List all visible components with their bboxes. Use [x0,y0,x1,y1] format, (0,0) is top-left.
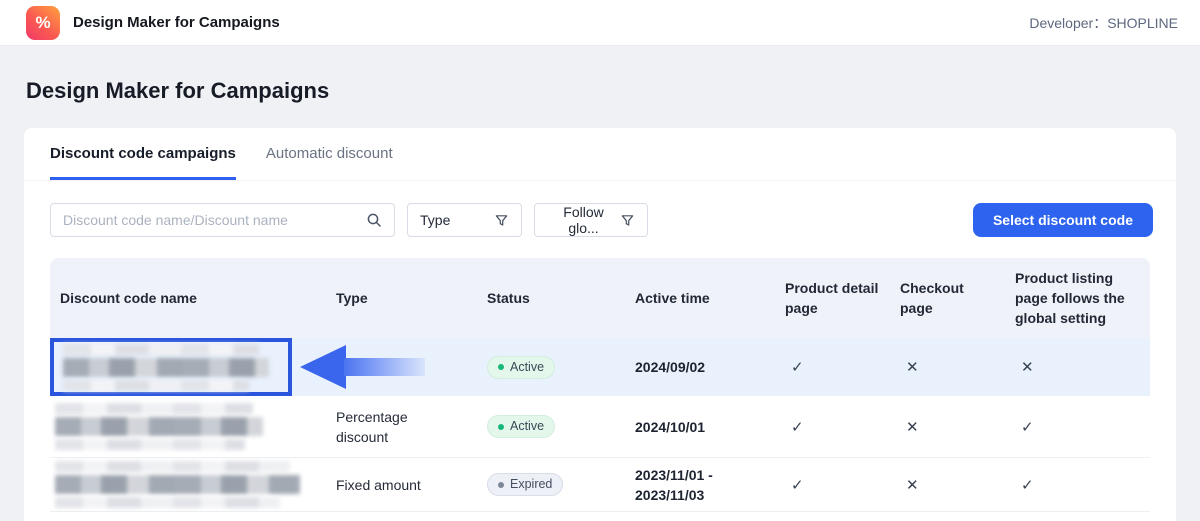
search-input[interactable] [63,212,366,228]
redacted-discount-name [63,380,249,391]
redacted-discount-name [55,475,300,494]
column-header-checkout-page: Checkout page [900,278,1015,318]
filter-funnel-icon [494,213,509,228]
redacted-discount-name [55,439,245,450]
page-title: Design Maker for Campaigns [26,78,1174,104]
column-header-product-detail-page: Product detail page [785,278,900,318]
type-cell: Percentage discount [336,407,487,447]
campaigns-card: Discount code campaigns Automatic discou… [24,128,1176,521]
top-app-bar: % Design Maker for Campaigns Developer：S… [0,0,1200,46]
active-time-cell: 2024/10/01 [635,417,785,437]
type-filter-label: Type [420,212,450,228]
tab-discount-code-campaigns[interactable]: Discount code campaigns [50,128,236,180]
select-discount-code-button[interactable]: Select discount code [973,203,1153,237]
tab-bar: Discount code campaigns Automatic discou… [24,128,1176,181]
search-box[interactable] [50,203,395,237]
status-dot-icon [498,364,504,370]
table-header-row: Discount code name Type Status Active ti… [50,258,1150,338]
filter-funnel-icon [620,213,635,228]
status-cell: Active [487,355,635,379]
column-header-type: Type [336,288,487,308]
check-icon: ✓ [785,418,900,436]
type-filter-dropdown[interactable]: Type [407,203,522,237]
check-icon: ✓ [1015,476,1150,494]
app-title: Design Maker for Campaigns [73,14,280,31]
table-row[interactable]: Percentage discount Active 2024/10/01 ✓ … [50,396,1150,458]
status-label: Expired [510,477,552,492]
filter-toolbar: Type Follow glo... Select discount code [24,181,1176,237]
follow-global-filter-dropdown[interactable]: Follow glo... [534,203,648,237]
redacted-discount-name [55,417,263,436]
column-header-status: Status [487,288,635,308]
cross-icon: ✕ [900,358,1015,376]
check-icon: ✓ [785,358,900,376]
status-label: Active [510,419,544,434]
column-header-product-listing-follows: Product listing page follows the global … [1015,268,1150,328]
check-icon: ✓ [785,476,900,494]
active-time-cell: 2023/11/01 - 2023/11/03 [635,465,785,505]
discount-code-name-cell [50,461,336,508]
status-badge: Active [487,356,555,379]
status-cell: Active [487,415,635,439]
table-row[interactable]: Fixed amount Expired 2023/11/01 - 2023/1… [50,458,1150,512]
status-cell: Expired [487,473,635,497]
active-time-cell: 2024/09/02 [635,357,785,377]
status-label: Active [510,360,544,375]
follow-global-filter-label: Follow glo... [547,204,620,236]
check-icon: ✓ [1015,418,1150,436]
cross-icon: ✕ [1015,358,1150,376]
status-dot-icon [498,424,504,430]
cross-icon: ✕ [900,418,1015,436]
cross-icon: ✕ [900,476,1015,494]
table-row[interactable]: Active 2024/09/02 ✓ ✕ ✕ [50,338,1150,396]
annotation-highlight-box [50,338,292,396]
redacted-discount-name [63,358,269,377]
type-cell: Fixed amount [336,475,487,495]
page-container: Design Maker for Campaigns Discount code… [0,78,1200,521]
redacted-discount-name [63,344,259,355]
status-dot-icon [498,482,504,488]
search-icon [366,212,382,228]
app-logo-percent-icon: % [26,6,60,40]
column-header-active-time: Active time [635,288,785,308]
redacted-discount-name [55,497,280,508]
status-badge: Active [487,415,555,438]
annotation-arrow-left-icon [300,344,425,390]
status-badge: Expired [487,473,563,496]
redacted-discount-name [55,403,253,414]
redacted-discount-name [55,461,290,472]
discount-code-name-cell [50,403,336,450]
tab-automatic-discount[interactable]: Automatic discount [266,128,393,180]
developer-account-label: Developer：SHOPLINE [1029,13,1178,33]
campaigns-table: Discount code name Type Status Active ti… [50,258,1150,512]
column-header-discount-code-name: Discount code name [50,288,336,308]
